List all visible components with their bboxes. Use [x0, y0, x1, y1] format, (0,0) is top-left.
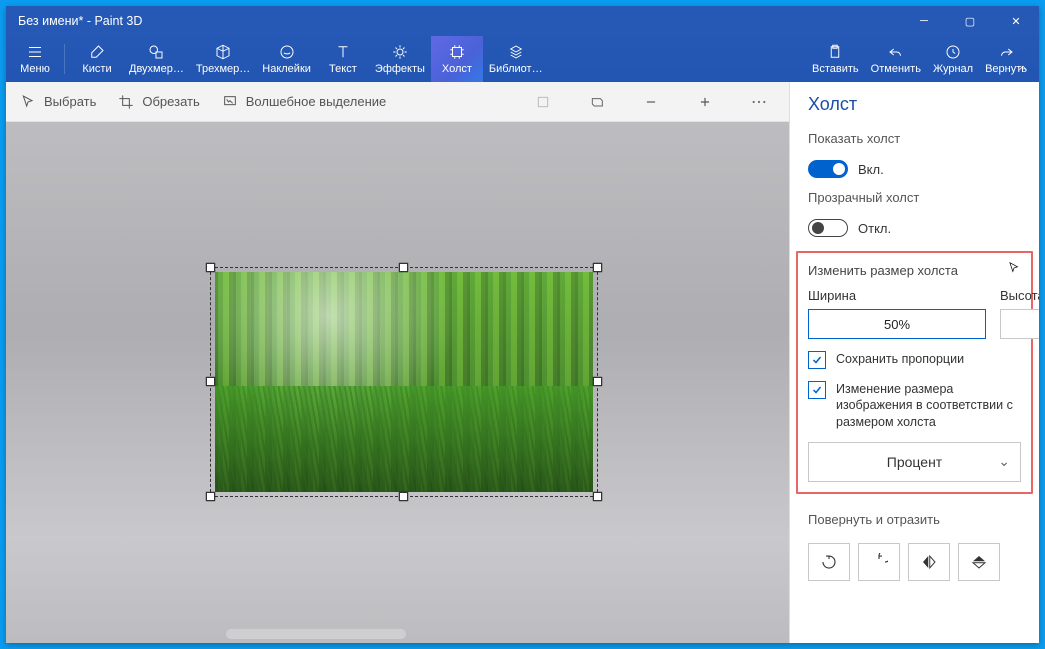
- app-window: Без имени* - Paint 3D ─ ▢ ✕ Меню Кисти Д…: [6, 6, 1039, 643]
- ellipsis-icon: [751, 100, 767, 104]
- toggle-on-text: Вкл.: [858, 162, 884, 177]
- crop-tool[interactable]: Обрезать: [118, 94, 199, 110]
- rotate-section-label: Повернуть и отразить: [808, 512, 1021, 527]
- rotate-left-button[interactable]: [808, 543, 850, 581]
- show-canvas-label: Показать холст: [808, 131, 1021, 146]
- height-label: Высота: [1000, 288, 1039, 303]
- width-input[interactable]: [808, 309, 986, 339]
- brushes-button[interactable]: Кисти: [71, 36, 123, 82]
- resize-handle-t[interactable]: [399, 263, 408, 272]
- canvas-image: [215, 272, 593, 492]
- history-icon: [944, 43, 962, 61]
- resize-canvas-section: Изменить размер холста Ширина Высота: [796, 251, 1033, 494]
- brush-icon: [88, 43, 106, 61]
- library-button[interactable]: Библиот…: [483, 36, 549, 82]
- plus-icon: [698, 95, 712, 109]
- chevron-down-icon: ⌄: [998, 453, 1010, 470]
- maximize-button[interactable]: ▢: [947, 6, 993, 36]
- shapes2d-icon: [147, 43, 165, 61]
- sticker-icon: [278, 43, 296, 61]
- cursor-icon: [20, 94, 36, 110]
- zoom-out-button[interactable]: [635, 86, 667, 118]
- title-bar[interactable]: Без имени* - Paint 3D ─ ▢ ✕: [6, 6, 1039, 36]
- cursor-pointer-icon: [1007, 261, 1021, 275]
- resize-handle-tl[interactable]: [206, 263, 215, 272]
- unit-selected: Процент: [887, 454, 942, 470]
- cube-icon: [214, 43, 232, 61]
- canvas-icon: [448, 43, 466, 61]
- rotate-ccw-icon: [820, 553, 838, 571]
- resize-handle-l[interactable]: [206, 377, 215, 386]
- resize-image-label: Изменение размера изображения в соответс…: [836, 381, 1021, 430]
- flip-h-icon: [920, 553, 938, 571]
- workspace: Выбрать Обрезать Волшебное выделение: [6, 82, 789, 643]
- close-button[interactable]: ✕: [993, 6, 1039, 36]
- flip-horizontal-button[interactable]: [908, 543, 950, 581]
- paste-button[interactable]: Вставить: [806, 36, 865, 82]
- flip-vertical-button[interactable]: [958, 543, 1000, 581]
- lock-aspect-checkbox[interactable]: [808, 351, 826, 369]
- window-title: Без имени* - Paint 3D: [18, 14, 142, 28]
- canvas-selection[interactable]: [210, 267, 598, 497]
- history-button[interactable]: Журнал: [927, 36, 979, 82]
- rotate-cw-icon: [870, 553, 888, 571]
- transparent-canvas-label: Прозрачный холст: [808, 190, 1021, 205]
- resize-handle-tr[interactable]: [593, 263, 602, 272]
- stickers-button[interactable]: Наклейки: [256, 36, 317, 82]
- height-input[interactable]: [1000, 309, 1039, 339]
- crop-icon: [118, 94, 134, 110]
- view-mode-2d-button[interactable]: [527, 86, 559, 118]
- view-mode-3d-button[interactable]: [581, 86, 613, 118]
- content-area: Выбрать Обрезать Волшебное выделение: [6, 82, 1039, 643]
- expand-ribbon-button[interactable]: [1013, 58, 1033, 78]
- canvas-panel: Холст Показать холст Вкл. Прозрачный хол…: [789, 82, 1039, 643]
- paste-icon: [826, 43, 844, 61]
- canvas-button[interactable]: Холст: [431, 36, 483, 82]
- view3d-icon: [589, 94, 605, 110]
- resize-handle-br[interactable]: [593, 492, 602, 501]
- resize-handle-b[interactable]: [399, 492, 408, 501]
- rotate-right-button[interactable]: [858, 543, 900, 581]
- 2d-shapes-button[interactable]: Двухмер…: [123, 36, 190, 82]
- resize-image-checkbox[interactable]: [808, 381, 826, 399]
- unit-dropdown[interactable]: Процент ⌄: [808, 442, 1021, 482]
- text-icon: [334, 43, 352, 61]
- minus-icon: [644, 95, 658, 109]
- check-icon: [811, 384, 823, 396]
- toggle-off-text: Откл.: [858, 221, 891, 236]
- view2d-icon: [535, 94, 551, 110]
- width-label: Ширина: [808, 288, 986, 303]
- selection-toolbar: Выбрать Обрезать Волшебное выделение: [6, 82, 789, 122]
- menu-button[interactable]: Меню: [12, 36, 58, 82]
- undo-icon: [887, 43, 905, 61]
- resize-section-title: Изменить размер холста: [808, 263, 1021, 278]
- check-icon: [811, 354, 823, 366]
- more-button[interactable]: [743, 86, 775, 118]
- undo-button[interactable]: Отменить: [865, 36, 927, 82]
- text-button[interactable]: Текст: [317, 36, 369, 82]
- minimize-button[interactable]: ─: [901, 6, 947, 36]
- chevron-up-icon: [1016, 61, 1030, 75]
- 3d-shapes-button[interactable]: Трехмер…: [190, 36, 256, 82]
- flip-v-icon: [970, 553, 988, 571]
- show-canvas-toggle[interactable]: [808, 160, 848, 178]
- effects-icon: [391, 43, 409, 61]
- resize-handle-bl[interactable]: [206, 492, 215, 501]
- lock-aspect-label: Сохранить пропорции: [836, 351, 964, 367]
- canvas-viewport[interactable]: [6, 122, 789, 643]
- horizontal-scrollbar[interactable]: [226, 629, 406, 639]
- effects-button[interactable]: Эффекты: [369, 36, 431, 82]
- panel-title: Холст: [808, 94, 1021, 115]
- select-tool[interactable]: Выбрать: [20, 94, 96, 110]
- ribbon: Меню Кисти Двухмер… Трехмер… Наклейки Те…: [6, 36, 1039, 82]
- magic-select-icon: [222, 94, 238, 110]
- magic-select-tool[interactable]: Волшебное выделение: [222, 94, 387, 110]
- zoom-in-button[interactable]: [689, 86, 721, 118]
- library-icon: [507, 43, 525, 61]
- transparent-canvas-toggle[interactable]: [808, 219, 848, 237]
- resize-handle-r[interactable]: [593, 377, 602, 386]
- hamburger-icon: [26, 43, 44, 61]
